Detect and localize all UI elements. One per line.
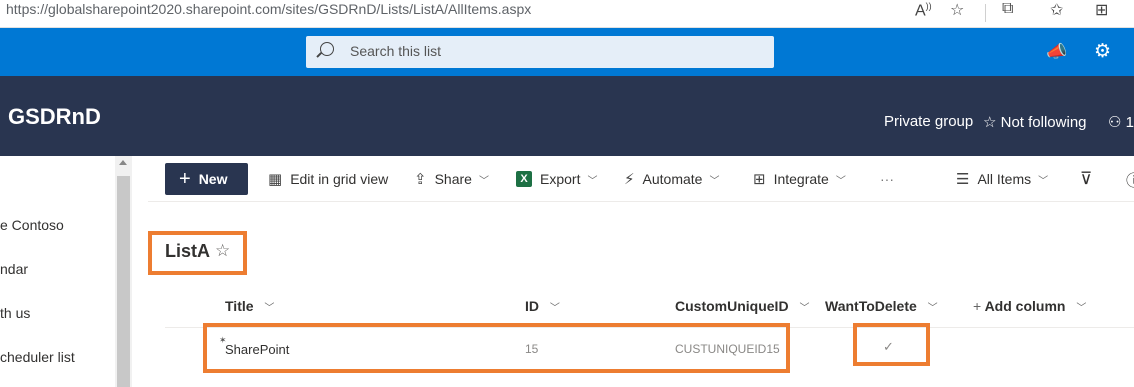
person-icon: ⚇ bbox=[1108, 114, 1122, 131]
view-lines-icon: ☰ bbox=[956, 171, 970, 188]
star-icon: ☆ bbox=[983, 114, 997, 131]
chevron-down-icon: ﹀ bbox=[264, 303, 275, 314]
scroll-up-icon[interactable] bbox=[119, 160, 127, 165]
cell-id: 15 bbox=[525, 342, 539, 356]
chevron-down-icon: ﹀ bbox=[799, 303, 810, 314]
extensions-icon[interactable]: ⧉ bbox=[1002, 0, 1013, 18]
browser-address-bar: https://globalsharepoint2020.sharepoint.… bbox=[0, 0, 1134, 28]
grid-icon: ▦ bbox=[268, 171, 283, 188]
automate-label: Automate bbox=[642, 171, 703, 187]
collections-icon[interactable]: ⊞ bbox=[1095, 0, 1108, 20]
automate-icon: ⚡ bbox=[624, 171, 635, 188]
add-column-label: Add column bbox=[984, 298, 1066, 314]
megaphone-icon[interactable]: 📣 bbox=[1046, 42, 1067, 62]
share-label: Share bbox=[434, 171, 472, 187]
cell-customuniqueid: CUSTUNIQUEID15 bbox=[675, 342, 780, 356]
column-wanttodelete-label: WantToDelete bbox=[825, 298, 917, 314]
edit-grid-button[interactable]: ▦ Edit in grid view bbox=[268, 163, 388, 195]
column-header-title[interactable]: Title ﹀ bbox=[225, 298, 274, 314]
export-button[interactable]: X Export ﹀ bbox=[516, 163, 597, 195]
cell-title[interactable]: SharePoint bbox=[225, 342, 289, 357]
command-bar-divider bbox=[148, 201, 1134, 202]
chevron-down-icon: ﹀ bbox=[478, 175, 489, 187]
view-selector[interactable]: ☰ All Items ﹀ bbox=[956, 163, 1048, 195]
site-header: GSDRnD Private group ☆ Not following ⚇ 1 bbox=[0, 76, 1134, 156]
members-button[interactable]: ⚇ 1 bbox=[1108, 113, 1134, 131]
integrate-button[interactable]: ⊞ Integrate ﹀ bbox=[753, 163, 846, 195]
add-column-button[interactable]: + Add column ﹀ bbox=[973, 298, 1086, 314]
more-button[interactable]: ··· bbox=[880, 163, 894, 195]
column-id-label: ID bbox=[525, 298, 539, 314]
chevron-down-icon: ﹀ bbox=[709, 175, 720, 187]
follow-label: Not following bbox=[1000, 114, 1087, 131]
new-button-label: New bbox=[198, 171, 228, 187]
address-url[interactable]: https://globalsharepoint2020.sharepoint.… bbox=[6, 1, 531, 17]
list-title: ListA bbox=[165, 241, 210, 261]
info-icon[interactable]: ⓘ bbox=[1126, 163, 1134, 195]
nav-item-contoso[interactable]: e Contoso bbox=[0, 217, 64, 233]
integrate-label: Integrate bbox=[773, 171, 829, 187]
gear-icon[interactable]: ⚙ bbox=[1094, 40, 1111, 63]
column-header-id[interactable]: ID ﹀ bbox=[525, 298, 560, 314]
view-label: All Items bbox=[977, 171, 1032, 187]
nav-item-scheduler-list[interactable]: cheduler list bbox=[0, 349, 75, 365]
favorite-star-icon[interactable]: ☆ bbox=[215, 241, 230, 261]
suite-bar: 📣 ⚙ bbox=[0, 28, 1134, 76]
checkmark-icon: ✓ bbox=[883, 339, 894, 354]
nav-item-calendar[interactable]: ndar bbox=[0, 261, 28, 277]
toolbar-separator bbox=[985, 4, 986, 22]
search-icon bbox=[320, 42, 334, 56]
edit-grid-label: Edit in grid view bbox=[290, 171, 389, 187]
site-title[interactable]: GSDRnD bbox=[8, 104, 101, 130]
add-favorite-icon[interactable]: ☆ bbox=[950, 0, 964, 20]
automate-button[interactable]: ⚡ Automate ﹀ bbox=[624, 163, 719, 195]
share-button[interactable]: ⇪ Share ﹀ bbox=[414, 163, 489, 195]
chevron-down-icon: ﹀ bbox=[549, 303, 560, 314]
nav-scrollbar-thumb[interactable] bbox=[117, 176, 130, 387]
chevron-down-icon: ﹀ bbox=[587, 175, 598, 187]
search-input[interactable] bbox=[350, 43, 750, 59]
follow-button[interactable]: ☆ Not following bbox=[983, 113, 1087, 131]
column-title-label: Title bbox=[225, 298, 254, 314]
nav-item-contact-us[interactable]: th us bbox=[0, 305, 30, 321]
chevron-down-icon: ﹀ bbox=[927, 303, 938, 314]
private-group-label: Private group bbox=[884, 113, 974, 130]
export-label: Export bbox=[540, 171, 581, 187]
column-header-customuniqueid[interactable]: CustomUniqueID ﹀ bbox=[675, 298, 809, 314]
filter-icon[interactable]: ⊽ bbox=[1080, 163, 1092, 195]
plus-icon: + bbox=[973, 298, 982, 314]
chevron-down-icon: ﹀ bbox=[1038, 175, 1049, 187]
search-box[interactable] bbox=[306, 36, 774, 68]
left-navigation: e Contoso ndar th us cheduler list bbox=[0, 156, 130, 387]
read-aloud-icon[interactable]: A)) bbox=[915, 1, 932, 20]
plus-icon: + bbox=[179, 167, 191, 190]
excel-icon: X bbox=[516, 171, 532, 187]
chevron-down-icon: ﹀ bbox=[1076, 303, 1087, 314]
favorites-icon[interactable]: ✩ bbox=[1050, 0, 1063, 20]
chevron-down-icon: ﹀ bbox=[835, 175, 846, 187]
column-header-wanttodelete[interactable]: WantToDelete ﹀ bbox=[825, 298, 938, 314]
new-button[interactable]: + New bbox=[165, 163, 248, 195]
members-count: 1 bbox=[1125, 114, 1134, 131]
integrate-icon: ⊞ bbox=[753, 171, 766, 188]
share-icon: ⇪ bbox=[414, 171, 427, 188]
column-customuniqueid-label: CustomUniqueID bbox=[675, 298, 789, 314]
